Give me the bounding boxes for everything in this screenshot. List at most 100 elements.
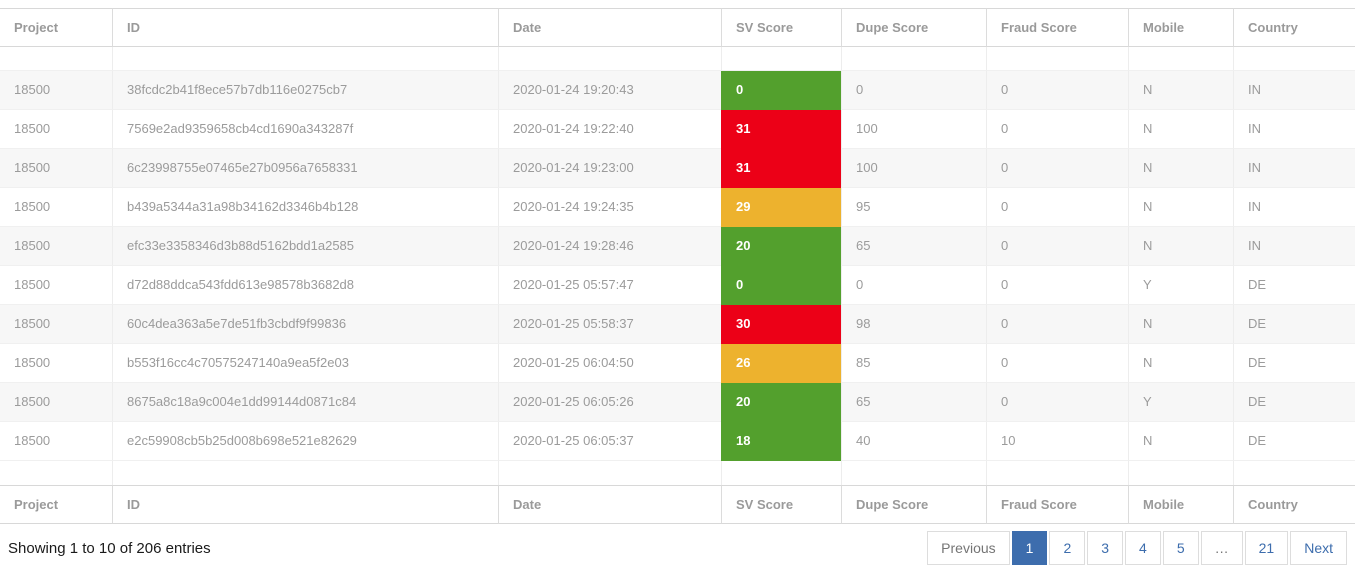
cell-dupe_score: 98 [841, 305, 986, 344]
table-row: 18500 8675a8c18a9c004e1dd99144d0871c84 202… [0, 383, 1355, 422]
column-header-project: Project [0, 8, 112, 47]
cell-id: 38fcdc2b41f8ece57b7db116e0275cb7 [112, 71, 498, 110]
next-button[interactable]: Next [1290, 531, 1347, 565]
sv-score-cell: 20 [721, 227, 841, 266]
cell-project: 18500 [0, 305, 112, 344]
sv-score-cell: 29 [721, 188, 841, 227]
column-header-date: Date [498, 8, 721, 47]
cell-date: 2020-01-25 06:05:37 [498, 422, 721, 461]
cell-mobile: N [1128, 149, 1233, 188]
cell-fraud_score: 10 [986, 422, 1128, 461]
pagination: Previous 1 2 3 4 5… 21 Next [927, 531, 1347, 565]
table-row: 18500 6c23998755e07465e27b0956a7658331 202… [0, 149, 1355, 188]
cell-project: 18500 [0, 383, 112, 422]
table-row: 18500 b553f16cc4c70575247140a9ea5f2e03 202… [0, 344, 1355, 383]
results-page: Project ID Date SV Score Dupe Score Fraud Sco… [0, 0, 1355, 565]
cell-dupe_score: 95 [841, 188, 986, 227]
table-body: 18500 38fcdc2b41f8ece57b7db116e0275cb7 202… [0, 47, 1355, 485]
showing-entries-text: Showing 1 to 10 of 206 entries [8, 539, 211, 557]
cell-mobile: N [1128, 344, 1233, 383]
column-header-id: ID [112, 8, 498, 47]
spacer-cell [841, 47, 986, 71]
column-header-country: Country [1233, 485, 1355, 524]
spacer-cell [0, 47, 112, 71]
cell-country: IN [1233, 71, 1355, 110]
cell-fraud_score: 0 [986, 305, 1128, 344]
cell-mobile: Y [1128, 383, 1233, 422]
cell-country: IN [1233, 188, 1355, 227]
sv-score-cell: 0 [721, 71, 841, 110]
table-footer-bar: Showing 1 to 10 of 206 entries Previous 1… [0, 531, 1355, 565]
cell-dupe_score: 0 [841, 266, 986, 305]
column-header-dupe_score: Dupe Score [841, 8, 986, 47]
column-header-mobile: Mobile [1128, 485, 1233, 524]
page-button-2[interactable]: 2 [1049, 531, 1086, 565]
cell-mobile: N [1128, 71, 1233, 110]
cell-date: 2020-01-24 19:22:40 [498, 110, 721, 149]
column-header-fraud_score: Fraud Score [986, 8, 1128, 47]
table-row: 18500 38fcdc2b41f8ece57b7db116e0275cb7 202… [0, 71, 1355, 110]
cell-dupe_score: 0 [841, 71, 986, 110]
cell-fraud_score: 0 [986, 383, 1128, 422]
column-header-sv_score: SV Score [721, 8, 841, 47]
spacer-row [0, 461, 1355, 485]
cell-project: 18500 [0, 71, 112, 110]
sv-score-cell: 20 [721, 383, 841, 422]
cell-mobile: Y [1128, 266, 1233, 305]
table-row: 18500 b439a5344a31a98b34162d3346b4b128 202… [0, 188, 1355, 227]
cell-mobile: N [1128, 188, 1233, 227]
cell-id: efc33e3358346d3b88d5162bdd1a2585 [112, 227, 498, 266]
spacer-cell [0, 461, 112, 485]
cell-country: DE [1233, 422, 1355, 461]
sv-score-cell: 31 [721, 110, 841, 149]
table-header-row: Project ID Date SV Score Dupe Score Fraud Sco… [0, 8, 1355, 47]
column-header-project: Project [0, 485, 112, 524]
cell-country: DE [1233, 305, 1355, 344]
cell-date: 2020-01-24 19:20:43 [498, 71, 721, 110]
table-row: 18500 7569e2ad9359658cb4cd1690a343287f 202… [0, 110, 1355, 149]
table-footer-header: Project ID Date SV Score Dupe Score Fraud Sco… [0, 485, 1355, 524]
cell-fraud_score: 0 [986, 110, 1128, 149]
page-button-3[interactable]: 3 [1087, 531, 1124, 565]
cell-fraud_score: 0 [986, 149, 1128, 188]
spacer-cell [1128, 47, 1233, 71]
page-button-5[interactable]: 5 [1162, 531, 1199, 565]
spacer-cell [841, 461, 986, 485]
spacer-cell [986, 461, 1128, 485]
cell-id: 6c23998755e07465e27b0956a7658331 [112, 149, 498, 188]
previous-button[interactable]: Previous [927, 531, 1010, 565]
page-ellipsis: … [1200, 531, 1243, 565]
cell-mobile: N [1128, 110, 1233, 149]
cell-fraud_score: 0 [986, 188, 1128, 227]
page-button-1[interactable]: 1 [1011, 531, 1048, 565]
cell-date: 2020-01-25 06:05:26 [498, 383, 721, 422]
cell-country: IN [1233, 227, 1355, 266]
cell-project: 18500 [0, 344, 112, 383]
cell-id: b553f16cc4c70575247140a9ea5f2e03 [112, 344, 498, 383]
table-row: 18500 d72d88ddca543fdd613e98578b3682d8 202… [0, 266, 1355, 305]
cell-fraud_score: 0 [986, 71, 1128, 110]
cell-mobile: N [1128, 227, 1233, 266]
cell-project: 18500 [0, 149, 112, 188]
cell-date: 2020-01-24 19:23:00 [498, 149, 721, 188]
cell-id: 7569e2ad9359658cb4cd1690a343287f [112, 110, 498, 149]
cell-date: 2020-01-24 19:28:46 [498, 227, 721, 266]
results-table: Project ID Date SV Score Dupe Score Fraud Sco… [0, 8, 1355, 524]
cell-date: 2020-01-24 19:24:35 [498, 188, 721, 227]
cell-id: e2c59908cb5b25d008b698e521e82629 [112, 422, 498, 461]
cell-dupe_score: 65 [841, 383, 986, 422]
page-button-21[interactable]: 21 [1244, 531, 1289, 565]
spacer-cell [1128, 461, 1233, 485]
cell-date: 2020-01-25 06:04:50 [498, 344, 721, 383]
spacer-cell [986, 47, 1128, 71]
cell-country: DE [1233, 344, 1355, 383]
column-header-mobile: Mobile [1128, 8, 1233, 47]
spacer-cell [498, 47, 721, 71]
cell-dupe_score: 100 [841, 149, 986, 188]
spacer-row [0, 47, 1355, 71]
cell-mobile: N [1128, 305, 1233, 344]
cell-country: IN [1233, 149, 1355, 188]
table-row: 18500 efc33e3358346d3b88d5162bdd1a2585 202… [0, 227, 1355, 266]
page-button-4[interactable]: 4 [1125, 531, 1161, 565]
spacer-cell [498, 461, 721, 485]
